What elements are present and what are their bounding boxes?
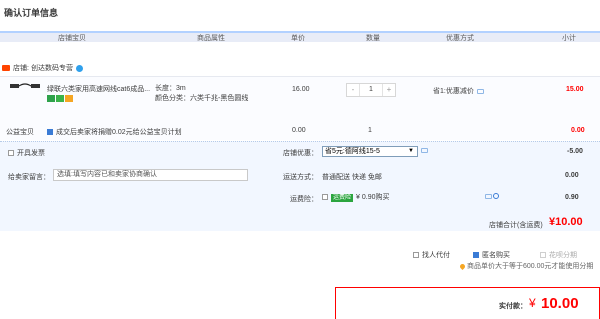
shop-label: 店铺: <box>13 65 29 72</box>
item-color: 颜色分类：六类千兆-黑色圆线 <box>155 95 249 102</box>
message-label: 给卖家留言： <box>8 174 50 181</box>
item-length: 长度：3m <box>155 85 186 92</box>
installment-label: 花呗分期 <box>549 252 577 259</box>
quantity-input[interactable]: 1 <box>359 84 383 96</box>
column-header-discount: 优惠方式 <box>446 35 474 42</box>
column-header-subtotal: 小计 <box>562 35 576 42</box>
insurance-checkbox[interactable] <box>322 194 328 201</box>
pay-total-currency: ¥ <box>529 296 536 310</box>
invoice-option[interactable]: 开具发票 <box>8 148 45 158</box>
item-title-link[interactable]: 绿联六类家用高速网线cat6成品... <box>47 84 150 94</box>
insurance-label: 运费险： <box>290 196 318 203</box>
product-thumbnail[interactable] <box>10 82 40 96</box>
column-header-quantity: 数量 <box>366 35 380 42</box>
message-input[interactable]: 选填:填写内容已和卖家协商确认 <box>53 169 248 181</box>
installment-note: 商品单价大于等于600.00元才能使用分期 <box>458 261 593 271</box>
chat-icon[interactable] <box>75 64 83 72</box>
shop-total-value: ¥10.00 <box>549 216 583 228</box>
column-header-item: 店铺宝贝 <box>58 35 86 42</box>
charity-label: 公益宝贝 <box>6 129 34 136</box>
insurance-amount: 0.90 <box>565 194 579 201</box>
column-header-attributes: 商品属性 <box>197 35 225 42</box>
insurance-tag: 运费险 <box>331 194 354 202</box>
column-header-price: 单价 <box>291 35 305 42</box>
shop-name-link[interactable]: 创达数码专营 <box>31 65 73 72</box>
help-icon[interactable] <box>493 193 499 200</box>
shop-discount-selected: 省5元:德阿线15-5 <box>325 148 380 155</box>
dropdown-arrow-icon: ▼ <box>408 148 414 154</box>
installment-checkbox[interactable] <box>540 252 546 259</box>
pay-for-me-checkbox[interactable] <box>413 252 419 259</box>
quantity-increase-button[interactable]: + <box>383 84 395 96</box>
invoice-checkbox[interactable] <box>8 150 14 157</box>
comment-icon[interactable] <box>485 193 492 199</box>
comment-icon[interactable] <box>421 147 428 154</box>
guarantee-icon <box>56 95 64 102</box>
shop-total-label: 店铺合计(含运费) <box>489 222 543 229</box>
installment-option[interactable]: 花呗分期 <box>540 250 577 260</box>
charity-checkbox[interactable] <box>47 129 53 136</box>
insurance-help[interactable] <box>485 193 499 200</box>
quantity-stepper: - 1 + <box>346 83 396 97</box>
anonymous-purchase-label: 匿名购买 <box>482 252 510 259</box>
shop-icon <box>2 65 10 72</box>
shop-discount-amount: -5.00 <box>567 148 583 155</box>
anonymous-purchase-option[interactable]: 匿名购买 <box>473 250 510 260</box>
pay-total-value: 10.00 <box>541 295 579 312</box>
pay-for-me-option[interactable]: 找人代付 <box>413 250 450 260</box>
item-discount: 省1:优惠减价 <box>433 86 484 96</box>
shop-discount-select[interactable]: 省5元:德阿线15-5 ▼ <box>322 146 418 157</box>
location-pin-icon <box>458 262 467 270</box>
invoice-label: 开具发票 <box>17 150 45 157</box>
shipping-label: 运送方式： <box>283 174 318 181</box>
shipping-amount: 0.00 <box>565 172 579 179</box>
seven-day-return-icon <box>47 95 55 102</box>
item-subtotal: 15.00 <box>566 86 584 93</box>
charity-price: 0.00 <box>292 127 306 134</box>
charity-checkbox-row[interactable]: 成交后卖家将捐赠0.02元给公益宝贝计划 <box>47 127 182 137</box>
credit-card-icon <box>65 95 73 102</box>
shop-row: 店铺: 创达数码专营 <box>2 63 83 73</box>
anonymous-purchase-checkbox[interactable] <box>473 252 479 259</box>
insurance-option[interactable]: 运费险 ¥ 0.90购买 <box>322 192 389 202</box>
pay-for-me-label: 找人代付 <box>422 252 450 259</box>
service-badges <box>47 95 74 102</box>
insurance-price: ¥ 0.90购买 <box>356 194 390 201</box>
charity-subtotal: 0.00 <box>571 127 585 134</box>
shop-discount-label: 店铺优惠： <box>283 150 318 157</box>
shipping-method: 普通配送 快递 免邮 <box>322 174 382 181</box>
item-discount-text: 省1:优惠减价 <box>433 88 474 95</box>
comment-icon[interactable] <box>476 88 484 94</box>
item-attributes: 长度：3m 颜色分类：六类千兆-黑色圆线 <box>155 84 248 104</box>
charity-text: 成交后卖家将捐赠0.02元给公益宝贝计划 <box>56 129 182 136</box>
item-price: 16.00 <box>292 86 310 93</box>
charity-quantity: 1 <box>368 127 372 134</box>
page-title: 确认订单信息 <box>4 8 59 18</box>
quantity-decrease-button[interactable]: - <box>347 84 359 96</box>
pay-total-label: 实付款： <box>499 303 527 310</box>
